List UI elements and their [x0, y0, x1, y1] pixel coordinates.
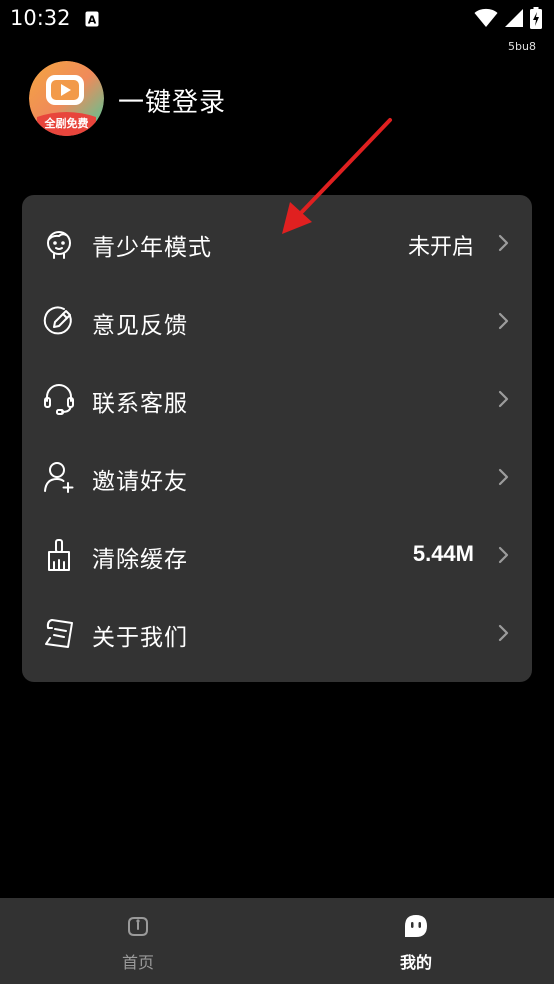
- home-icon: [128, 917, 148, 936]
- chevron-right-icon: [498, 234, 509, 252]
- document-icon: [45, 619, 73, 648]
- chevron-right-icon: [498, 624, 509, 642]
- settings-menu-card: 青少年模式 未开启 意见反馈 联系客服 邀请好友 清除缓存 5.44M 关于我们: [22, 195, 532, 682]
- status-icons: [474, 7, 542, 29]
- one-click-login-button[interactable]: 一键登录: [118, 82, 226, 119]
- broom-icon: [48, 539, 70, 571]
- menu-item-label: 邀请好友: [92, 469, 188, 495]
- battery-charging-icon: [530, 7, 542, 29]
- menu-item-clear-cache[interactable]: 清除缓存 5.44M: [22, 515, 532, 593]
- status-sub-text: 5bu8: [508, 40, 536, 53]
- menu-item-label: 关于我们: [92, 625, 188, 651]
- menu-item-label: 意见反馈: [92, 313, 188, 339]
- pencil-circle-icon: [43, 306, 72, 335]
- wifi-icon: [474, 8, 498, 27]
- menu-item-label: 青少年模式: [92, 235, 212, 261]
- mine-icon: [405, 915, 427, 937]
- status-time: 10:32: [10, 6, 71, 30]
- cache-size-value: 5.44M: [412, 541, 474, 566]
- menu-item-teen-mode[interactable]: 青少年模式 未开启: [22, 203, 532, 281]
- svg-text:A: A: [88, 14, 97, 27]
- chevron-right-icon: [498, 468, 509, 486]
- bottom-nav: 首页 我的: [0, 898, 554, 984]
- chevron-right-icon: [498, 312, 509, 330]
- menu-item-invite-friends[interactable]: 邀请好友: [22, 437, 532, 515]
- menu-item-about-us[interactable]: 关于我们: [22, 593, 532, 671]
- chevron-right-icon: [498, 390, 509, 408]
- menu-item-customer-service[interactable]: 联系客服: [22, 359, 532, 437]
- status-bar: 10:32 A 5bu8: [0, 0, 554, 53]
- menu-item-value: 未开启: [407, 235, 474, 260]
- avatar-badge-text: 全剧免费: [44, 117, 89, 130]
- screen: 10:32 A 5bu8 全剧免费 一键登录 青少年模式 未开启 意见反馈 联系…: [0, 0, 554, 984]
- signal-icon: [505, 9, 523, 27]
- tab-mine[interactable]: 我的: [346, 898, 486, 984]
- tab-home[interactable]: 首页: [68, 898, 208, 984]
- avatar[interactable]: 全剧免费: [29, 61, 104, 136]
- menu-item-label: 联系客服: [92, 391, 188, 417]
- chevron-right-icon: [498, 546, 509, 564]
- menu-item-feedback[interactable]: 意见反馈: [22, 281, 532, 359]
- add-user-icon: [44, 462, 74, 493]
- a-notification-icon: A: [85, 11, 99, 27]
- headset-icon: [44, 384, 74, 415]
- tab-home-label: 首页: [121, 953, 154, 972]
- child-face-icon: [47, 231, 71, 259]
- menu-item-label: 清除缓存: [92, 547, 188, 573]
- tab-mine-label: 我的: [399, 953, 432, 972]
